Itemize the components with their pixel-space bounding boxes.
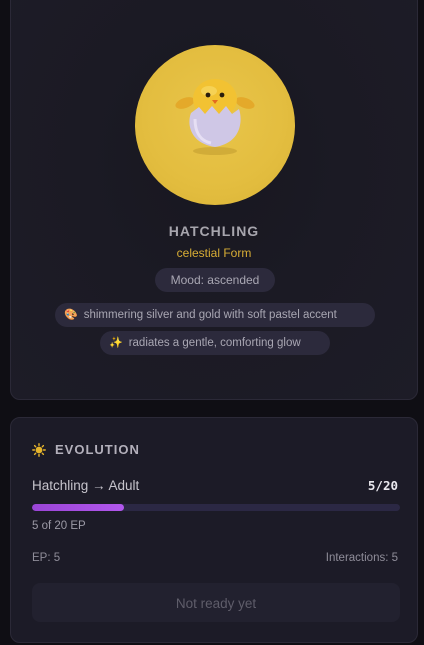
evolution-progress-fill	[32, 504, 124, 511]
evolution-progress-bar	[32, 504, 400, 511]
pet-avatar[interactable]	[135, 45, 295, 205]
ep-stat: EP: 5	[32, 552, 61, 564]
pet-stage-name: HATCHLING	[168, 223, 260, 239]
evolution-card: EVOLUTION Hatchling → Adult 5/20 5 of 20…	[10, 417, 418, 643]
trait-text: shimmering silver and gold with soft pas…	[83, 309, 337, 321]
mood-badge: Mood: ascended	[155, 268, 275, 292]
palette-emoji-icon: 🎨	[64, 309, 78, 321]
interactions-stat: Interactions: 5	[325, 552, 398, 564]
pet-card: HATCHLING celestial Form Mood: ascended …	[10, 0, 418, 400]
evolution-title: EVOLUTION	[55, 442, 140, 457]
sparkles-emoji-icon: ✨	[109, 337, 123, 349]
trait-badge: ✨ radiates a gentle, comforting glow	[100, 331, 330, 355]
pet-form-name: celestial Form	[176, 246, 252, 260]
trait-badge: 🎨 shimmering silver and gold with soft pa…	[55, 303, 375, 327]
progress-count: 5/20	[367, 478, 398, 493]
evolve-button[interactable]: Not ready yet	[32, 583, 400, 622]
evolution-header: EVOLUTION	[32, 442, 140, 457]
progress-label: Hatchling → Adult	[32, 478, 140, 493]
trait-text: radiates a gentle, comforting glow	[128, 337, 301, 349]
sun-icon	[32, 442, 46, 457]
hatching-chick-icon	[175, 79, 255, 155]
ep-progress-text: 5 of 20 EP	[32, 520, 86, 532]
